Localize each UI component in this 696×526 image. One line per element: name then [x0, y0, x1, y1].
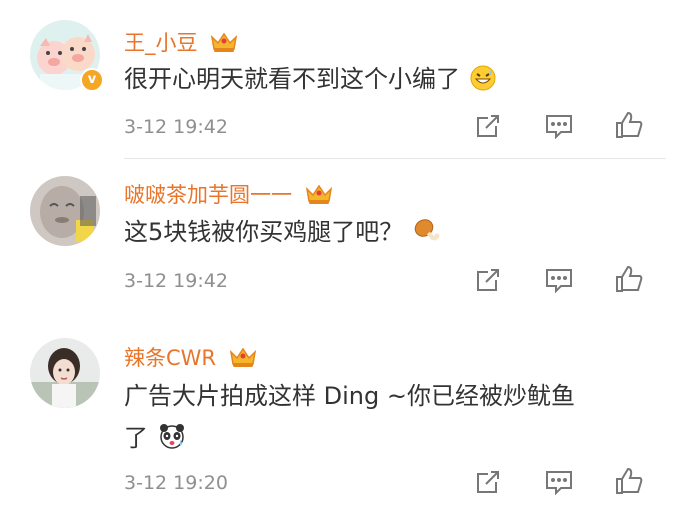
grinning-sweat-emoji: [470, 62, 496, 104]
comment-text: 这5块钱被你买鸡腿了吧？: [124, 211, 664, 257]
comment-item: 啵啵茶加芋圆一一 这5块钱被你买鸡腿了吧？ 3-12 19:42: [0, 160, 696, 320]
comment-text-line: 广告大片拍成这样 Ding ~你已经被炒鱿鱼: [124, 382, 575, 410]
comment-text: 广告大片拍成这样 Ding ~你已经被炒鱿鱼 了: [124, 375, 664, 463]
username-text[interactable]: 王_小豆: [124, 31, 198, 55]
comment-text-content: 了: [124, 424, 148, 452]
vip-crown-icon: [305, 183, 333, 210]
comment-text-line: 了: [124, 417, 664, 463]
comment-icon[interactable]: [544, 468, 574, 498]
username[interactable]: 辣条CWR: [124, 342, 257, 373]
vip-crown-icon: [229, 346, 257, 373]
share-icon[interactable]: [474, 468, 504, 498]
avatar[interactable]: [30, 176, 100, 246]
comment-time: 3-12 19:20: [124, 472, 228, 494]
verified-badge-icon: v: [80, 68, 104, 92]
vip-crown-icon: [210, 31, 238, 58]
comment-text: 很开心明天就看不到这个小编了: [124, 58, 664, 104]
comment-item: v 王_小豆 很开心明天就看不到这个小编了 3-12 19:42: [0, 0, 696, 160]
comment-time: 3-12 19:42: [124, 116, 228, 138]
comment-icon[interactable]: [544, 266, 574, 296]
username[interactable]: 啵啵茶加芋圆一一: [124, 179, 333, 210]
comment-item: 辣条CWR 广告大片拍成这样 Ding ~你已经被炒鱿鱼 了 3-12 19:2…: [0, 320, 696, 526]
chicken-leg-emoji: [413, 215, 441, 257]
comment-text-content: 这5块钱被你买鸡腿了吧？: [124, 218, 404, 246]
comment-text-content: 很开心明天就看不到这个小编了: [124, 65, 460, 93]
share-icon[interactable]: [474, 266, 504, 296]
comment-time: 3-12 19:42: [124, 270, 228, 292]
username-text[interactable]: 辣条CWR: [124, 346, 216, 370]
share-icon[interactable]: [474, 112, 504, 142]
username-text[interactable]: 啵啵茶加芋圆一一: [124, 183, 292, 207]
panda-emoji: [158, 421, 186, 463]
comment-icon[interactable]: [544, 112, 574, 142]
avatar[interactable]: [30, 338, 100, 408]
username[interactable]: 王_小豆: [124, 27, 238, 58]
divider: [124, 158, 666, 159]
like-icon[interactable]: [614, 110, 644, 140]
like-icon[interactable]: [614, 466, 644, 496]
like-icon[interactable]: [614, 264, 644, 294]
